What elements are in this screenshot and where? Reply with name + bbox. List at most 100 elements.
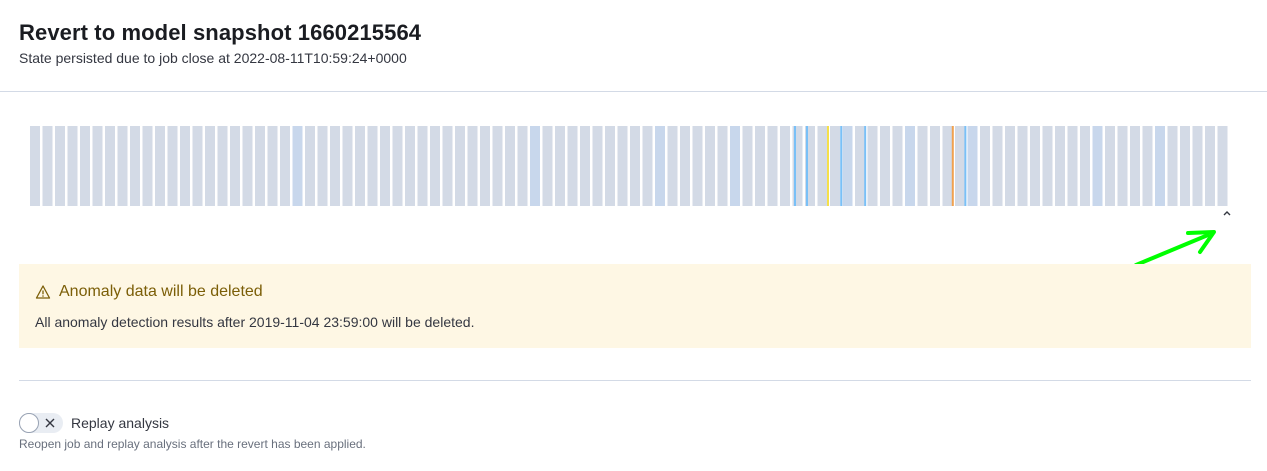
chart-bucket[interactable] xyxy=(167,126,178,206)
replay-analysis-label[interactable]: Replay analysis xyxy=(71,415,169,431)
chart-bucket[interactable] xyxy=(655,126,665,206)
chart-bucket[interactable] xyxy=(1205,126,1215,206)
chart-bucket[interactable] xyxy=(367,126,378,206)
chart-bucket[interactable] xyxy=(30,126,40,206)
replay-switch-row[interactable]: Replay analysis xyxy=(19,413,169,433)
chart-bucket[interactable] xyxy=(392,126,403,206)
chart-bucket[interactable] xyxy=(305,126,315,206)
chart-bucket[interactable] xyxy=(130,126,140,206)
chart-bucket[interactable] xyxy=(717,126,728,206)
chart-bucket[interactable] xyxy=(605,126,615,206)
chart-bucket[interactable] xyxy=(55,126,65,206)
chart-bucket[interactable] xyxy=(380,126,390,206)
chart-bucket[interactable] xyxy=(530,126,540,206)
chart-bucket[interactable] xyxy=(855,126,865,206)
chart-bucket[interactable] xyxy=(117,126,128,206)
anomaly-marker[interactable] xyxy=(864,126,867,206)
chart-bucket[interactable] xyxy=(592,126,603,206)
chart-bucket[interactable] xyxy=(105,126,115,206)
chart-bucket[interactable] xyxy=(267,126,278,206)
chart-bucket[interactable] xyxy=(442,126,453,206)
chart-bucket[interactable] xyxy=(580,126,590,206)
chart-bucket[interactable] xyxy=(342,126,353,206)
chart-bucket[interactable] xyxy=(755,126,765,206)
chart-bucket[interactable] xyxy=(242,126,253,206)
chart-bucket[interactable] xyxy=(317,126,328,206)
chart-bucket[interactable] xyxy=(430,126,440,206)
replay-analysis-toggle[interactable] xyxy=(19,413,63,433)
chart-bucket[interactable] xyxy=(1192,126,1203,206)
chart-bucket[interactable] xyxy=(1030,126,1040,206)
anomaly-marker[interactable] xyxy=(827,126,829,206)
chart-bucket[interactable] xyxy=(1117,126,1128,206)
snapshot-chart[interactable] xyxy=(30,126,1230,206)
chart-bucket[interactable] xyxy=(617,126,628,206)
chart-bucket[interactable] xyxy=(930,126,940,206)
chart-bucket[interactable] xyxy=(1155,126,1165,206)
chart-bucket[interactable] xyxy=(180,126,190,206)
chart-bucket[interactable] xyxy=(155,126,165,206)
chart-bucket[interactable] xyxy=(917,126,928,206)
anomaly-marker[interactable] xyxy=(951,126,954,206)
chart-bucket[interactable] xyxy=(1005,126,1015,206)
chart-bucket[interactable] xyxy=(567,126,578,206)
chart-bucket[interactable] xyxy=(1067,126,1078,206)
chart-bucket[interactable] xyxy=(692,126,703,206)
chart-bucket[interactable] xyxy=(867,126,878,206)
snapshot-chart-svg[interactable] xyxy=(30,126,1230,206)
chart-bucket[interactable] xyxy=(905,126,915,206)
chart-bucket[interactable] xyxy=(955,126,965,206)
chart-bucket[interactable] xyxy=(330,126,340,206)
chart-bucket[interactable] xyxy=(217,126,228,206)
chart-bucket[interactable] xyxy=(405,126,415,206)
chart-bucket[interactable] xyxy=(992,126,1003,206)
chart-bucket[interactable] xyxy=(1167,126,1178,206)
chart-bucket[interactable] xyxy=(880,126,890,206)
chart-bucket[interactable] xyxy=(467,126,478,206)
chart-bucket[interactable] xyxy=(980,126,990,206)
chart-bucket[interactable] xyxy=(142,126,153,206)
chart-bucket[interactable] xyxy=(480,126,490,206)
chart-bucket[interactable] xyxy=(1017,126,1028,206)
chart-bucket[interactable] xyxy=(680,126,690,206)
chart-bucket[interactable] xyxy=(192,126,203,206)
chart-bucket[interactable] xyxy=(542,126,553,206)
chart-bucket[interactable] xyxy=(1042,126,1053,206)
chart-bucket[interactable] xyxy=(555,126,565,206)
chart-bucket[interactable] xyxy=(80,126,90,206)
chart-bucket[interactable] xyxy=(505,126,515,206)
chart-bucket[interactable] xyxy=(255,126,265,206)
chart-bucket[interactable] xyxy=(1092,126,1103,206)
chart-bucket[interactable] xyxy=(705,126,715,206)
chart-bucket[interactable] xyxy=(517,126,528,206)
chart-bucket[interactable] xyxy=(1130,126,1140,206)
chart-bucket[interactable] xyxy=(455,126,465,206)
chart-bucket[interactable] xyxy=(730,126,740,206)
chart-bucket[interactable] xyxy=(355,126,365,206)
anomaly-marker[interactable] xyxy=(806,126,808,206)
chart-bucket[interactable] xyxy=(892,126,903,206)
anomaly-marker[interactable] xyxy=(840,126,843,206)
anomaly-marker[interactable] xyxy=(964,126,967,206)
chart-bucket[interactable] xyxy=(417,126,428,206)
chart-bucket[interactable] xyxy=(492,126,503,206)
chart-bucket[interactable] xyxy=(967,126,978,206)
chart-bucket[interactable] xyxy=(280,126,290,206)
chart-bucket[interactable] xyxy=(292,126,303,206)
chart-bucket[interactable] xyxy=(205,126,215,206)
chart-bucket[interactable] xyxy=(1180,126,1190,206)
chart-bucket[interactable] xyxy=(642,126,653,206)
chart-bucket[interactable] xyxy=(1217,126,1228,206)
chart-bucket[interactable] xyxy=(780,126,790,206)
chart-bucket[interactable] xyxy=(1080,126,1090,206)
chart-bucket[interactable] xyxy=(942,126,953,206)
chart-bucket[interactable] xyxy=(230,126,240,206)
chevron-up-icon[interactable] xyxy=(1220,206,1234,220)
anomaly-marker[interactable] xyxy=(794,126,796,206)
chart-bucket[interactable] xyxy=(42,126,53,206)
chart-bucket[interactable] xyxy=(742,126,753,206)
chart-bucket[interactable] xyxy=(67,126,78,206)
chart-bucket[interactable] xyxy=(92,126,103,206)
chart-bucket[interactable] xyxy=(842,126,853,206)
chart-bucket[interactable] xyxy=(817,126,828,206)
